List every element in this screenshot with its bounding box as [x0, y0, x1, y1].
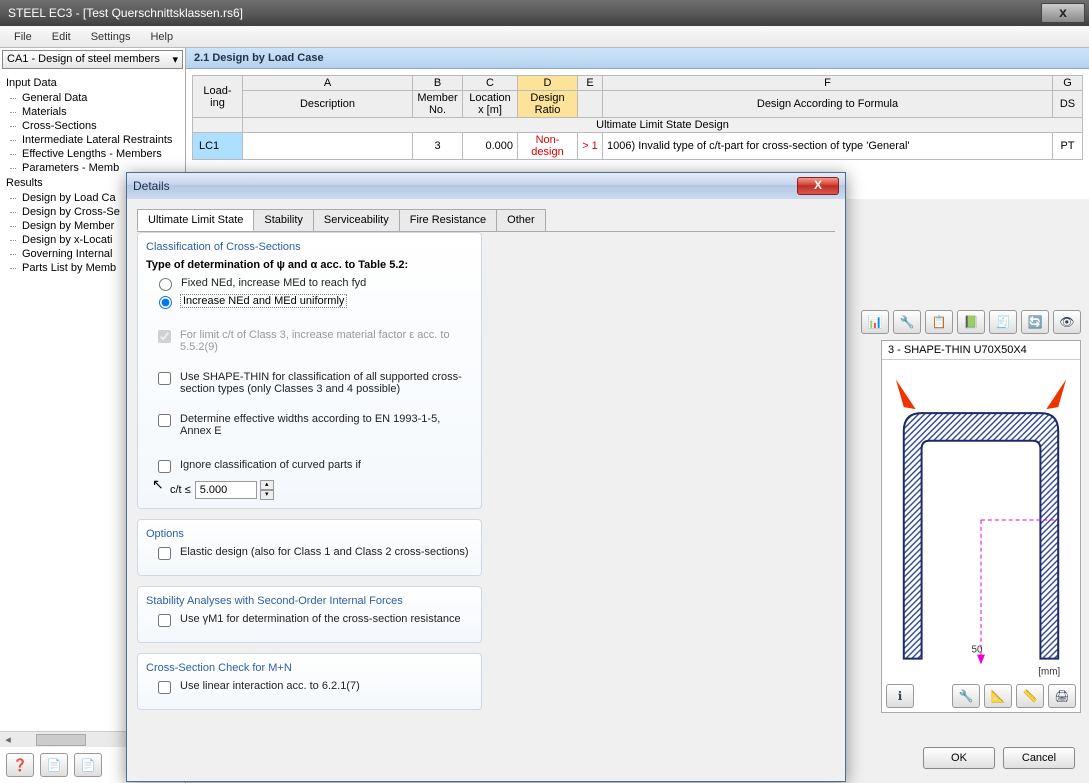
group-title: Cross-Section Check for M+N [146, 662, 473, 674]
import-icon[interactable]: 📄 [40, 753, 68, 777]
check-effective-widths[interactable]: Determine effective widths according to … [154, 413, 473, 437]
export-icon[interactable]: 📄 [74, 753, 102, 777]
check-elastic-design[interactable]: Elastic design (also for Class 1 and Cla… [154, 546, 473, 563]
radio-fixed-ned[interactable]: Fixed NEd, increase MEd to reach fyd [154, 277, 473, 291]
ct-input[interactable] [195, 481, 257, 499]
cursor-icon: ↖ [152, 476, 164, 493]
window-close-button[interactable]: x [1041, 3, 1085, 23]
menubar: File Edit Settings Help [0, 26, 1089, 48]
table-row[interactable]: LC1 3 0.000 Non-design > 1 1006) Invalid… [193, 133, 1083, 160]
dialog-tabs: Ultimate Limit State Stability Serviceab… [137, 209, 835, 232]
tb-icon[interactable]: 🧾 [989, 310, 1017, 334]
preview-canvas: 50 [mm] [882, 360, 1080, 680]
group-classification: Classification of Cross-Sections Type of… [137, 232, 482, 509]
scroll-left-icon[interactable]: ◂ [0, 733, 16, 746]
tab-serviceability[interactable]: Serviceability [313, 209, 400, 231]
chevron-down-icon: ▾ [172, 53, 178, 66]
tree-item[interactable]: General Data [2, 91, 183, 105]
ok-button[interactable]: OK [923, 747, 995, 769]
dialog-right-pane [492, 232, 835, 710]
group-stability: Stability Analyses with Second-Order Int… [137, 586, 482, 643]
group-options: Options Elastic design (also for Class 1… [137, 519, 482, 576]
view-toolbar: 📊 🔧 📋 📗 🧾 🔄 👁 [861, 310, 1081, 334]
eye-icon[interactable]: 👁 [1053, 310, 1081, 334]
menu-edit[interactable]: Edit [42, 29, 81, 45]
svg-text:[mm]: [mm] [1038, 666, 1060, 677]
tb-icon[interactable]: 📊 [861, 310, 889, 334]
spin-down-icon[interactable]: ▾ [260, 490, 274, 500]
tree-item[interactable]: Cross-Sections [2, 119, 183, 133]
svg-text:50: 50 [972, 645, 983, 656]
scroll-thumb[interactable] [36, 734, 86, 746]
tool-icon[interactable]: 🔧 [952, 684, 980, 708]
window-titlebar: STEEL EC3 - [Test Querschnittsklassen.rs… [0, 0, 1089, 26]
tb-icon[interactable]: 📗 [957, 310, 985, 334]
dialog-close-button[interactable]: X [797, 177, 839, 195]
check-gamma-m1[interactable]: Use γM1 for determination of the cross-s… [154, 613, 473, 630]
radio-increase-uniform[interactable]: Increase NEd and MEd uniformly [154, 295, 473, 309]
check-linear-interaction[interactable]: Use linear interaction acc. to 6.2.1(7) [154, 680, 473, 697]
menu-file[interactable]: File [4, 29, 42, 45]
tb-icon[interactable]: 📋 [925, 310, 953, 334]
group-title: Options [146, 528, 473, 540]
dialog-titlebar[interactable]: Details X [127, 173, 845, 199]
dialog-title: Details [133, 179, 170, 193]
spin-up-icon[interactable]: ▴ [260, 480, 274, 490]
tb-icon[interactable]: 🔄 [1021, 310, 1049, 334]
cross-section-preview: 3 - SHAPE-THIN U70X50X4 [881, 340, 1081, 713]
group-subtitle: Type of determination of ψ and α acc. to… [146, 259, 473, 271]
tab-stability[interactable]: Stability [253, 209, 314, 231]
tab-uls[interactable]: Ultimate Limit State [137, 209, 254, 231]
check-ignore-curved[interactable]: Ignore classification of curved parts if [154, 459, 473, 476]
check-shape-thin[interactable]: Use SHAPE-THIN for classification of all… [154, 371, 473, 395]
case-selector[interactable]: CA1 - Design of steel members ▾ [2, 50, 183, 69]
menu-settings[interactable]: Settings [81, 29, 141, 45]
tree-item[interactable]: Effective Lengths - Members [2, 147, 183, 161]
group-title: Classification of Cross-Sections [146, 241, 473, 253]
check-limit-ct: For limit c/t of Class 3, increase mater… [154, 329, 473, 353]
menu-help[interactable]: Help [140, 29, 183, 45]
tab-other[interactable]: Other [496, 209, 546, 231]
details-dialog: Details X Ultimate Limit State Stability… [126, 172, 846, 782]
tree-heading-input: Input Data [2, 75, 183, 91]
ct-label: c/t ≤ [170, 484, 191, 496]
case-selector-value: CA1 - Design of steel members [7, 53, 160, 66]
col-loading: Load- ing [193, 76, 243, 118]
cancel-button[interactable]: Cancel [1003, 747, 1075, 769]
dialog-buttons: OK Cancel [923, 747, 1075, 769]
group-title: Stability Analyses with Second-Order Int… [146, 595, 473, 607]
ct-spinner[interactable]: ▴ ▾ [260, 480, 274, 500]
window-title: STEEL EC3 - [Test Querschnittsklassen.rs… [4, 6, 1041, 20]
print-icon[interactable]: 🖨 [1048, 684, 1076, 708]
tb-icon[interactable]: 🔧 [893, 310, 921, 334]
tool-icon[interactable]: 📏 [1016, 684, 1044, 708]
group-mn-check: Cross-Section Check for M+N Use linear i… [137, 653, 482, 710]
section-title: 2.1 Design by Load Case [186, 48, 1089, 69]
results-table[interactable]: Load- ing A B C D E F G Description Memb… [192, 75, 1083, 160]
tool-icon[interactable]: 📐 [984, 684, 1012, 708]
info-icon[interactable]: ℹ [886, 684, 914, 708]
help-icon[interactable]: ❓ [6, 753, 34, 777]
tab-fire[interactable]: Fire Resistance [399, 209, 497, 231]
preview-title: 3 - SHAPE-THIN U70X50X4 [882, 341, 1080, 360]
tree-item[interactable]: Materials [2, 105, 183, 119]
tree-item[interactable]: Intermediate Lateral Restraints [2, 133, 183, 147]
